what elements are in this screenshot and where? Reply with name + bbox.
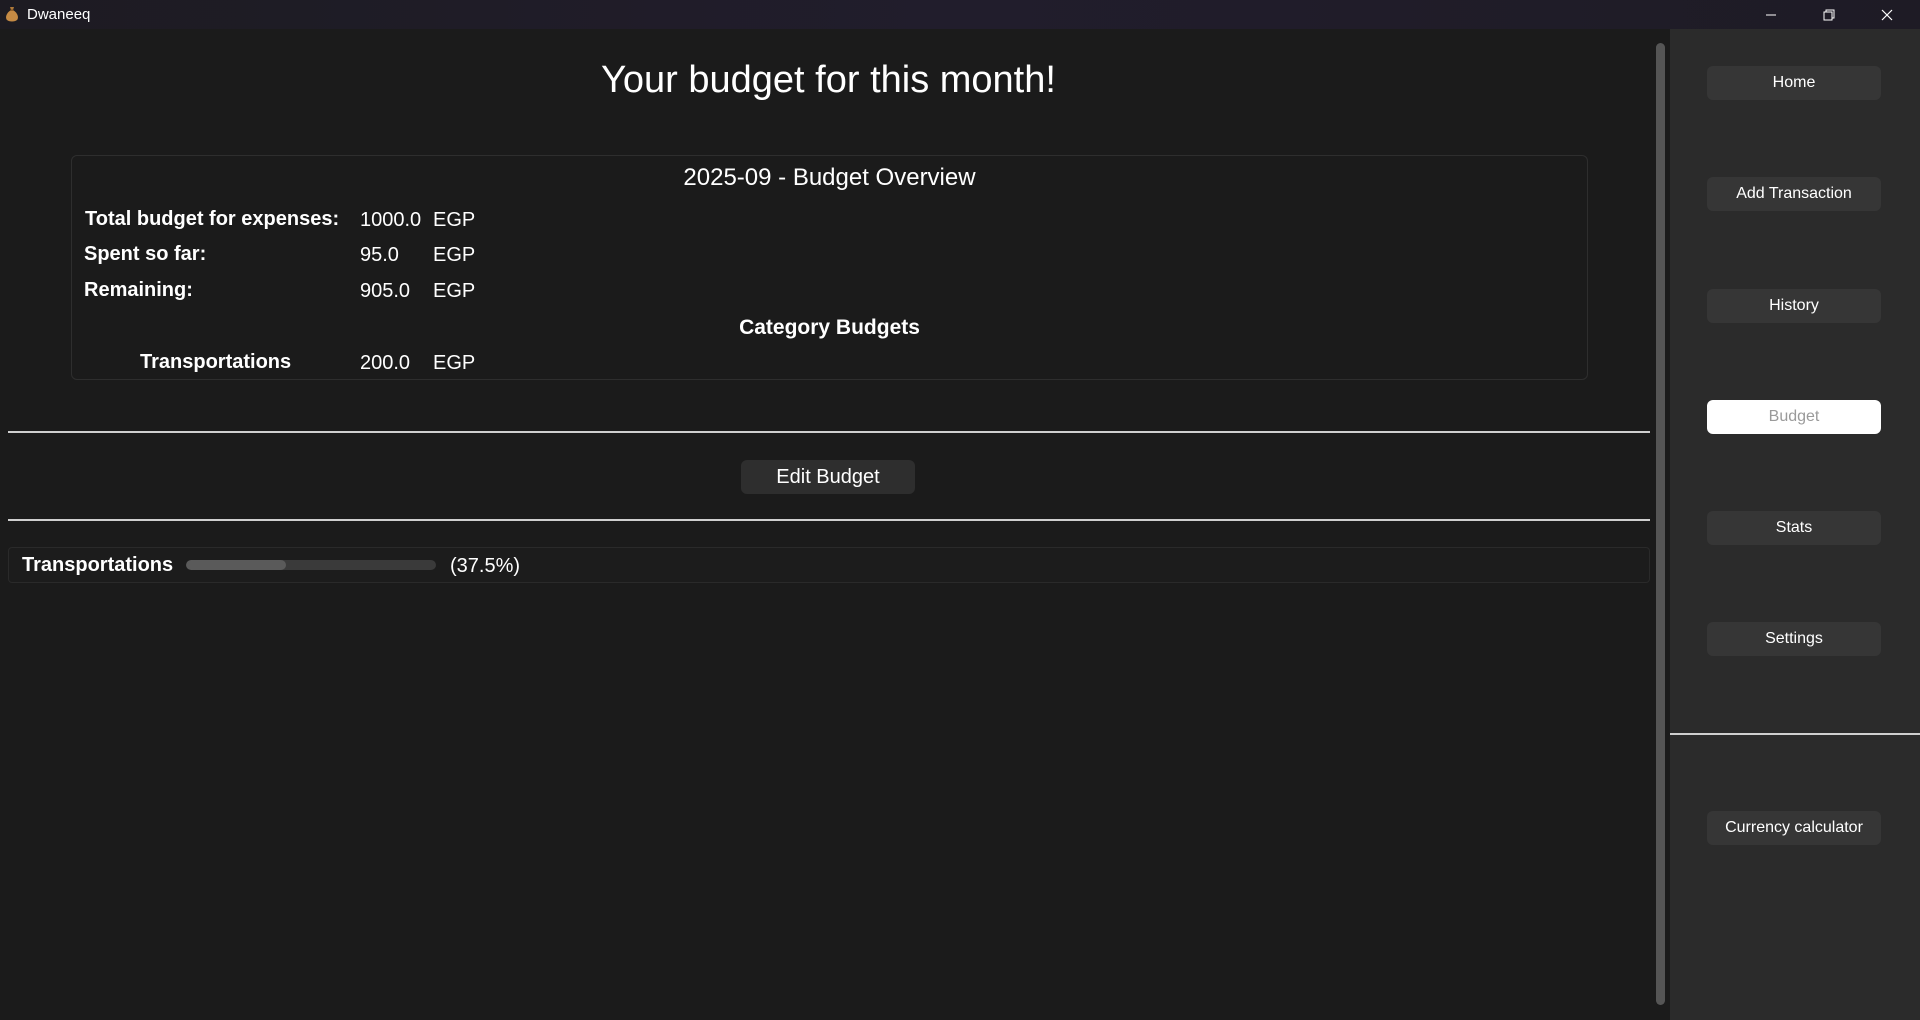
sidebar-divider (1670, 733, 1920, 735)
total-budget-value: 1000.0 (360, 209, 422, 231)
category-progress-row: Transportations (37.5%) (8, 547, 1650, 583)
nav-settings-button[interactable]: Settings (1707, 622, 1881, 656)
nav-stats-button[interactable]: Stats (1707, 511, 1881, 545)
progress-category-label: Transportations (22, 554, 174, 576)
category-value: 200.0 (360, 352, 411, 374)
nav-add-transaction-button[interactable]: Add Transaction (1707, 177, 1881, 211)
progress-percent: (37.5%) (450, 555, 521, 577)
spent-value: 95.0 (360, 244, 399, 266)
remaining-label: Remaining: (84, 279, 193, 301)
divider-bottom (8, 519, 1650, 521)
nav-history-button[interactable]: History (1707, 289, 1881, 323)
divider-top (8, 431, 1650, 433)
category-unit: EGP (433, 352, 476, 374)
overview-title: 2025-09 - Budget Overview (683, 164, 976, 191)
sidebar: Home Add Transaction History Budget Stat… (1670, 29, 1920, 1020)
category-budgets-heading: Category Budgets (739, 316, 920, 339)
restore-button[interactable] (1800, 0, 1858, 29)
restore-icon (1823, 9, 1835, 21)
nav-budget-button[interactable]: Budget (1707, 400, 1881, 434)
minimize-icon (1765, 9, 1777, 21)
close-button[interactable] (1858, 0, 1916, 29)
money-bag-icon (5, 6, 19, 22)
title-bar: Dwaneeq (0, 0, 1920, 29)
spent-unit: EGP (433, 244, 476, 266)
category-label: Transportations (140, 351, 292, 373)
total-budget-label: Total budget for expenses: (85, 208, 340, 230)
progress-bar-fill (186, 560, 286, 570)
remaining-value: 905.0 (360, 280, 411, 302)
window-title: Dwaneeq (27, 6, 91, 23)
progress-bar (186, 560, 436, 570)
spent-label: Spent so far: (84, 243, 207, 265)
minimize-button[interactable] (1742, 0, 1800, 29)
scrollbar[interactable] (1653, 41, 1667, 1009)
close-icon (1881, 9, 1893, 21)
currency-calculator-button[interactable]: Currency calculator (1707, 811, 1881, 845)
remaining-unit: EGP (433, 280, 476, 302)
page-title: Your budget for this month! (601, 59, 1056, 101)
main-content: Your budget for this month! 2025-09 - Bu… (0, 29, 1670, 1020)
edit-budget-button[interactable]: Edit Budget (741, 460, 915, 494)
total-budget-unit: EGP (433, 209, 476, 231)
budget-overview-panel: 2025-09 - Budget Overview Total budget f… (71, 155, 1588, 380)
nav-home-button[interactable]: Home (1707, 66, 1881, 100)
scrollbar-thumb[interactable] (1656, 43, 1665, 1005)
